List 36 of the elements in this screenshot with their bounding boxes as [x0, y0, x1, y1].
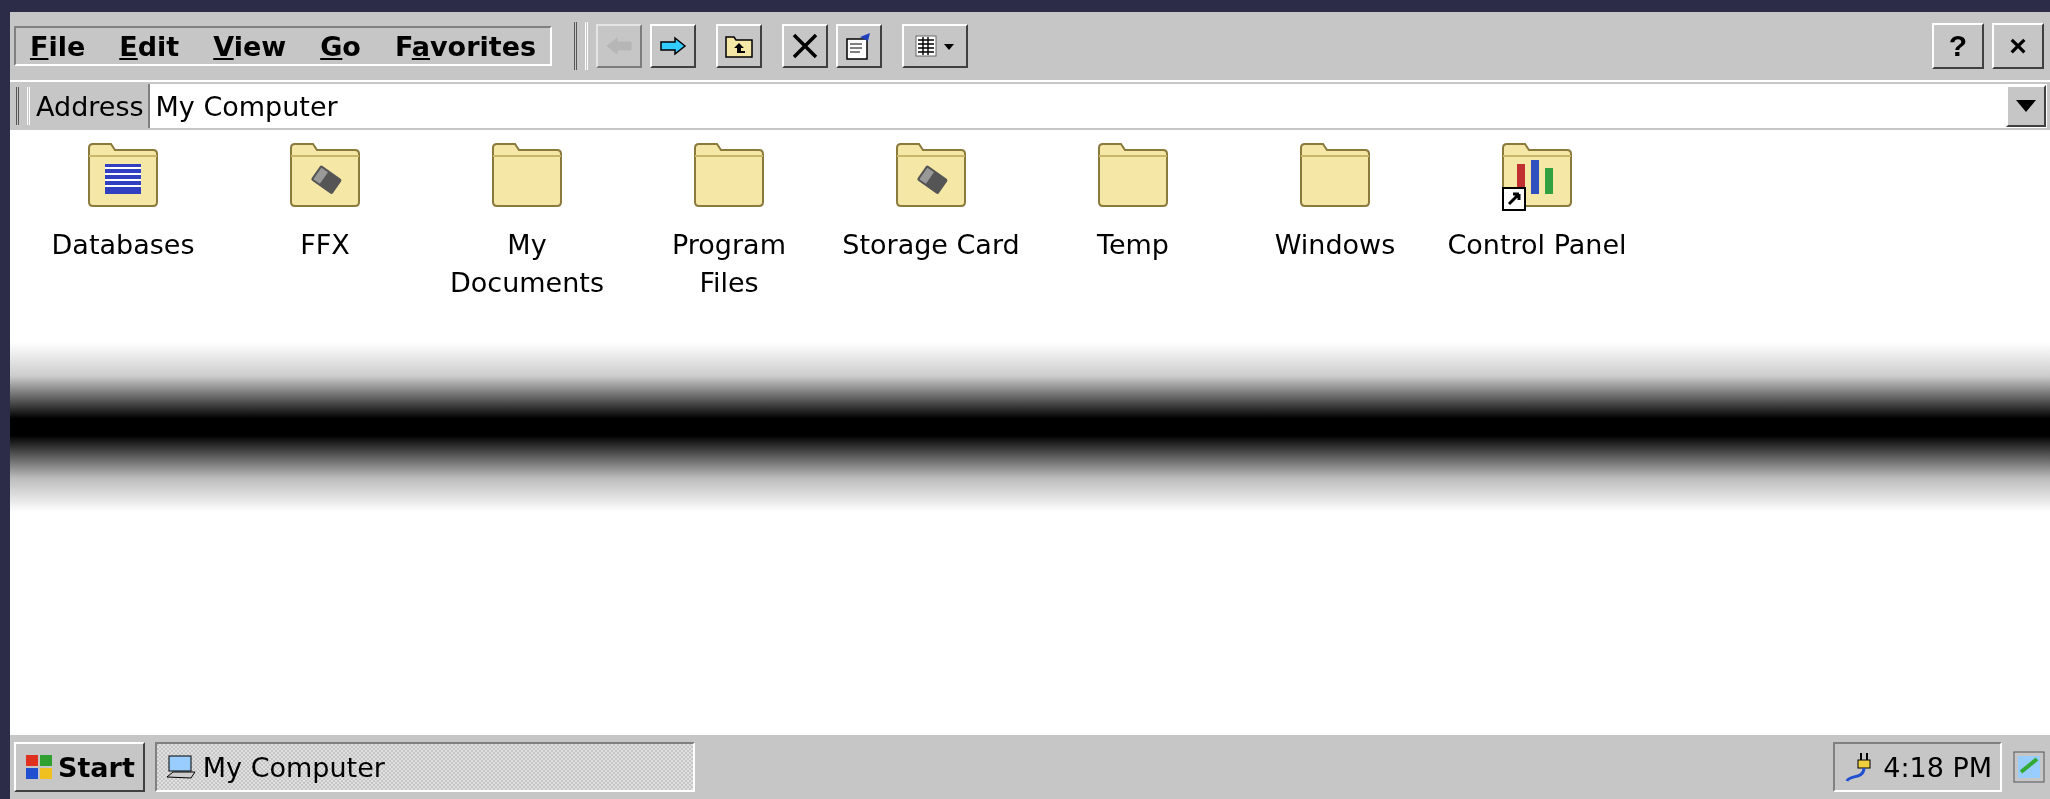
views-button[interactable] [902, 24, 969, 68]
forward-arrow-icon [659, 36, 688, 56]
up-folder-icon [724, 33, 755, 59]
item-label[interactable]: Program Files [639, 226, 819, 302]
menu-item[interactable]: Go [320, 30, 361, 62]
address-label: Address [36, 90, 144, 122]
menu-item[interactable]: File [30, 30, 86, 62]
item-label[interactable]: FFX [235, 226, 415, 264]
caret-icon [2016, 100, 2036, 112]
computer-icon [164, 753, 197, 781]
close-icon [791, 32, 820, 60]
item-label[interactable]: Storage Card [841, 226, 1021, 264]
toolbar-grip[interactable] [16, 87, 30, 125]
menu-item[interactable]: View [213, 30, 287, 62]
power-plug-icon [1843, 751, 1874, 783]
forward-button[interactable] [650, 24, 697, 68]
item-label[interactable]: Control Panel [1447, 226, 1627, 264]
dropdown-button[interactable] [2006, 85, 2046, 127]
item-label[interactable]: Temp [1043, 226, 1223, 264]
windows-flag-icon [24, 753, 54, 781]
item-label[interactable]: Databases [33, 226, 213, 264]
close-button[interactable]: × [1992, 23, 2044, 69]
task-button[interactable]: My Computer [154, 742, 695, 792]
address-field[interactable]: My Computer [147, 84, 2006, 128]
delete-button[interactable] [782, 24, 829, 68]
toolbar-grip[interactable] [574, 22, 589, 70]
menu-item[interactable]: Edit [119, 30, 180, 62]
start-button[interactable]: Start [14, 742, 145, 792]
up-button[interactable] [716, 24, 763, 68]
properties-button[interactable] [836, 24, 883, 68]
item-label[interactable]: Windows [1245, 226, 1425, 264]
item-label[interactable]: My Documents [437, 226, 617, 302]
list-view-icon [914, 33, 957, 59]
menu-item[interactable]: Favorites [394, 30, 537, 62]
clock: 4:18 PM [1883, 751, 1992, 783]
help-button[interactable]: ? [1932, 23, 1984, 69]
